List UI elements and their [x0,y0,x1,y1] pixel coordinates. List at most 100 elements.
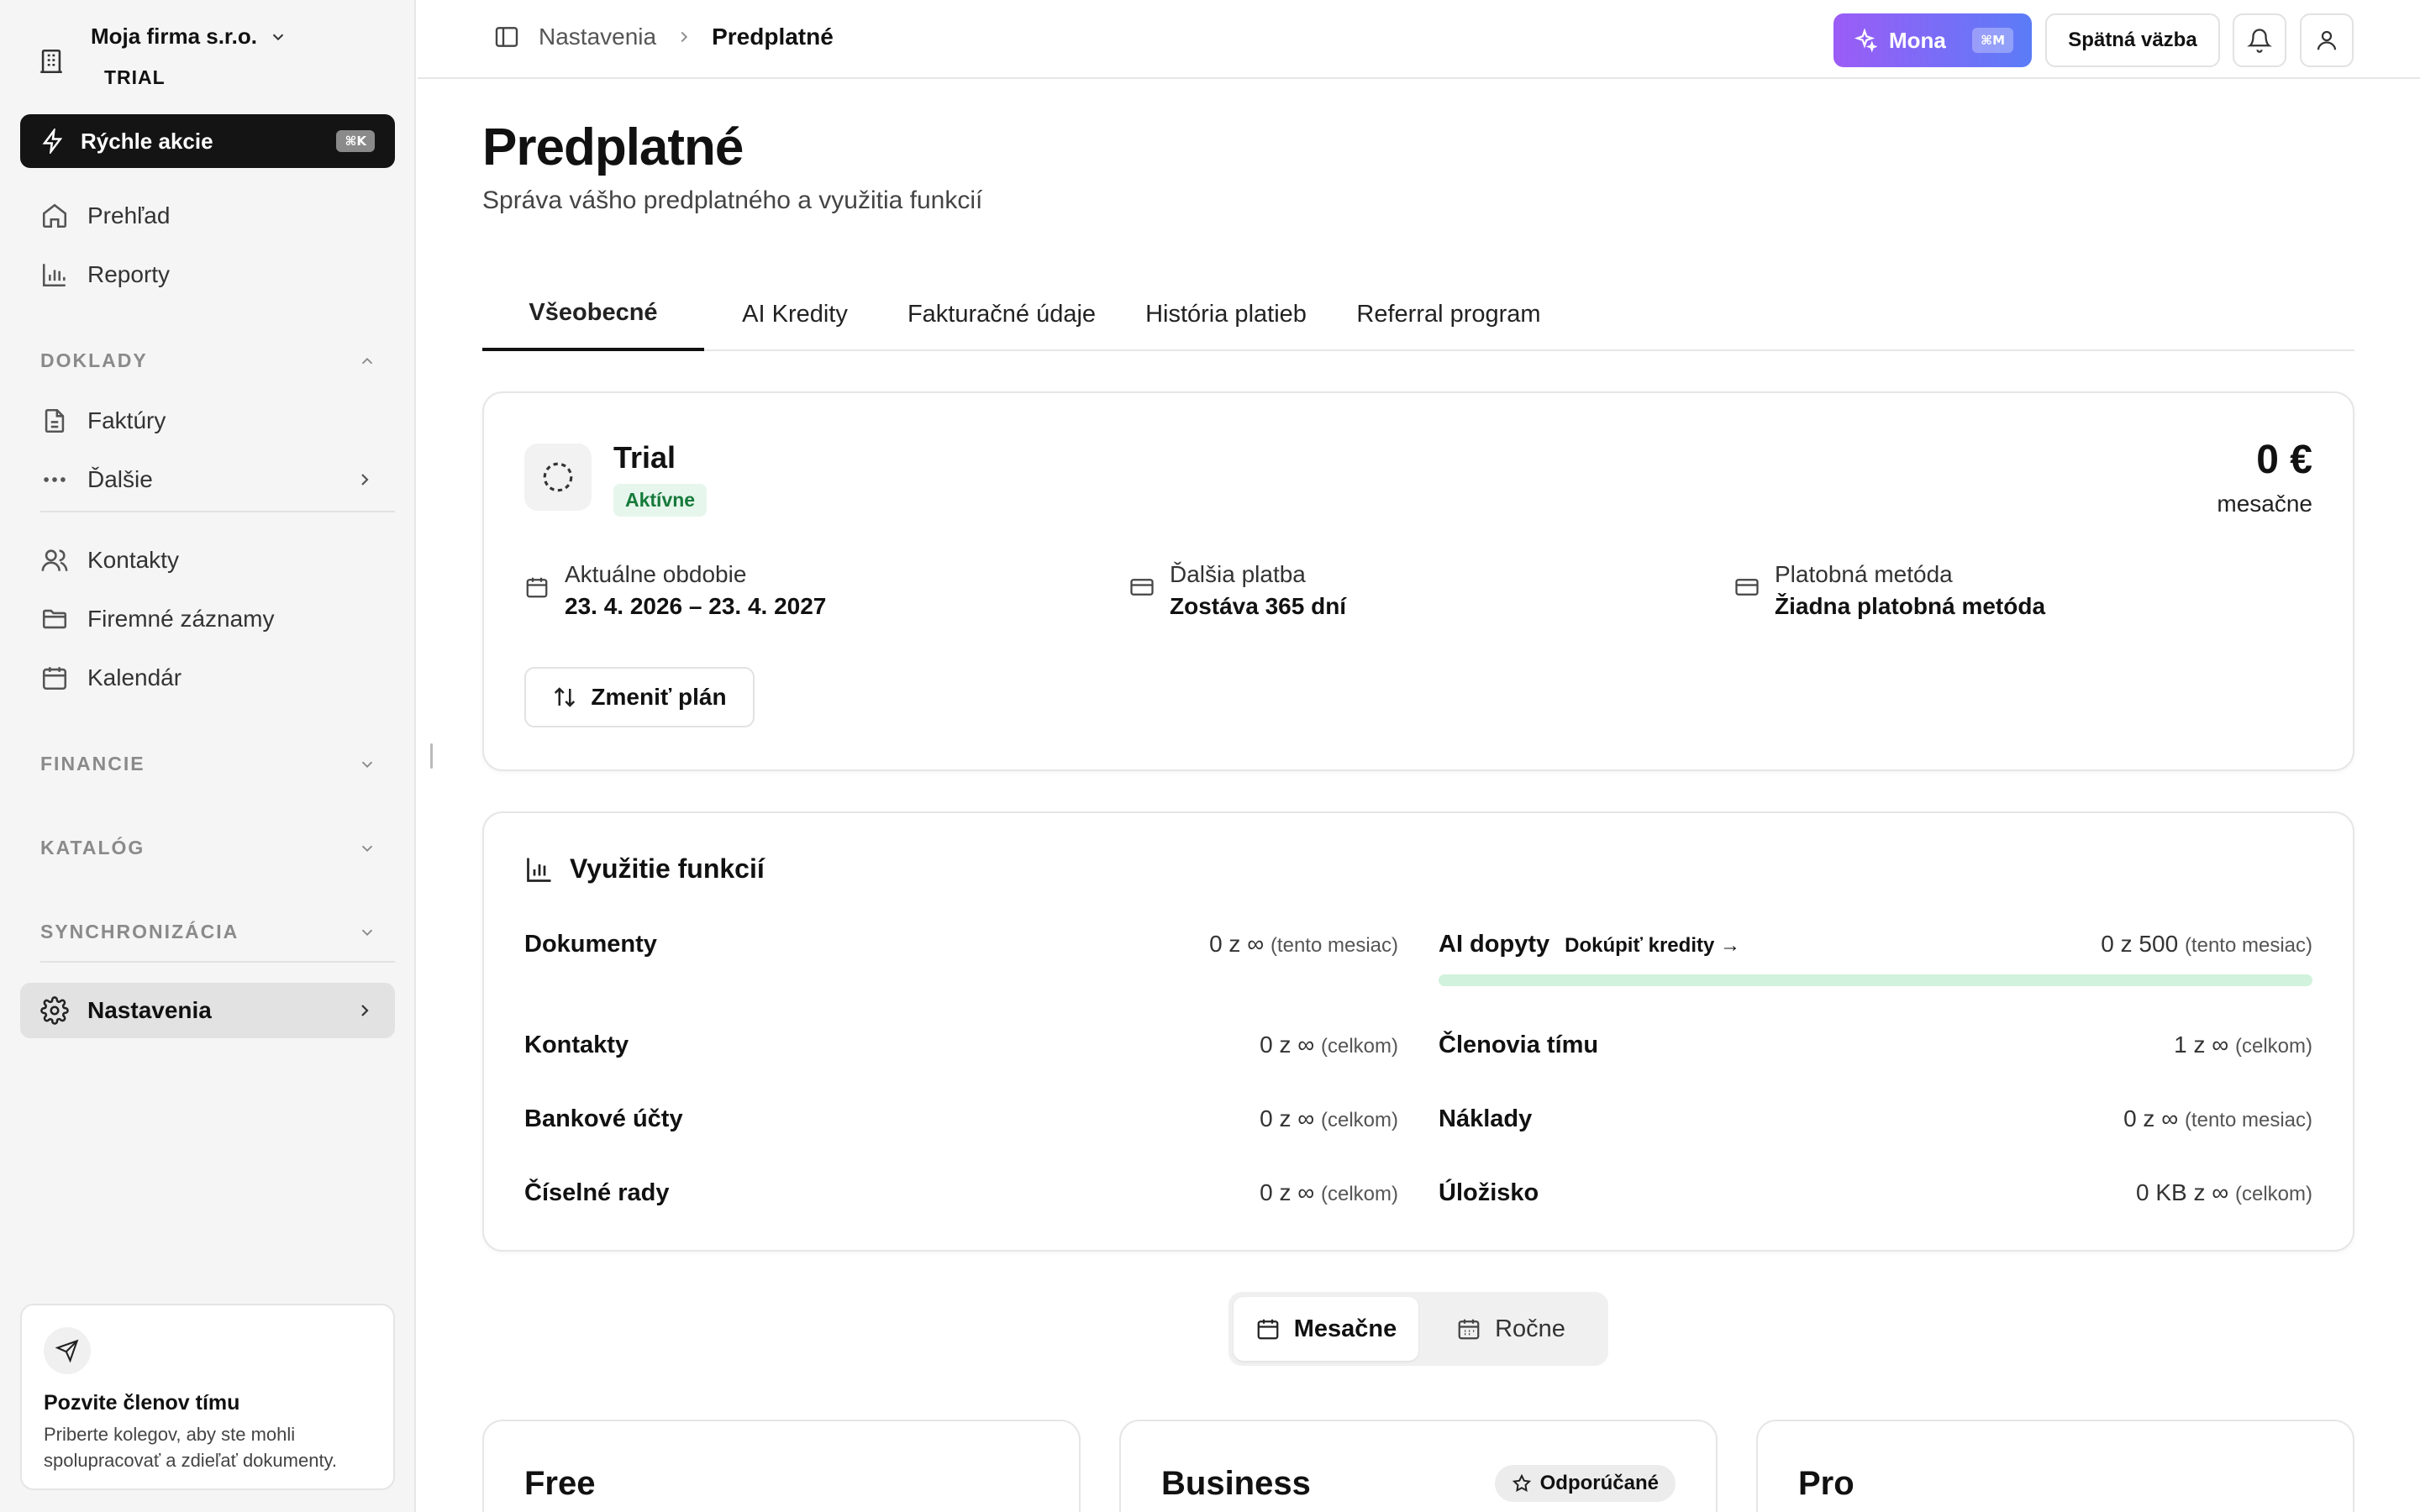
usage-scope: (celkom) [2234,1035,2312,1058]
swap-arrows-icon [555,687,576,707]
buy-credits-link[interactable]: Dokúpiť kredity → [1565,934,1740,958]
chevron-down-icon [361,761,373,768]
usage-scope: (celkom) [1320,1035,1398,1058]
usage-value: 0 z ∞ [1260,1032,1315,1058]
sidebar-toggle-icon[interactable] [493,24,520,50]
page-subtitle: Správa vášho predplatného a využitia fun… [482,186,983,214]
company-switcher[interactable]: Moja firma s.r.o. TRIAL [37,24,287,89]
bar-chart-icon [527,858,551,882]
plan-card-pro[interactable]: Pro [1756,1420,2354,1512]
invite-text: Priberte kolegov, aby ste mohli spolupra… [44,1424,338,1471]
topbar: Nastavenia Predplatné Mona ⌘M Spätná väz… [418,0,2420,79]
document-icon [45,408,65,433]
sidebar-item-reports[interactable]: Reporty [20,250,395,299]
users-icon [41,549,68,571]
current-plan-card: Trial Aktívne 0 € mesačne Aktuálne obdob… [482,391,2354,771]
current-period-label: Aktuálne obdobie [565,561,747,587]
gear-icon [40,996,69,1025]
usage-value: 0 z ∞ [1260,1179,1315,1205]
toggle-monthly[interactable]: Mesačne [1234,1297,1418,1361]
sidebar-item-contacts[interactable]: Kontakty [20,536,395,585]
plan-period: mesačne [2217,491,2312,517]
calendar-icon [42,667,67,690]
toggle-yearly[interactable]: Ročne [1418,1297,1603,1361]
usage-value: 0 z ∞ [1260,1105,1315,1131]
breadcrumb-item[interactable]: Nastavenia [539,24,656,50]
section-label: DOKLADY [40,349,148,371]
sidebar-item-overview[interactable]: Prehľad [20,192,395,240]
tab-general[interactable]: Všeobecné [482,277,704,351]
bar-chart-icon [42,264,66,287]
quick-actions-button[interactable]: Rýchle akcie ⌘K [20,114,395,168]
user-menu-button[interactable] [2300,13,2354,67]
usage-row-documents: Dokumenty 0 z ∞ (tento mesiac) [524,931,1398,958]
section-doklady[interactable]: DOKLADY [40,349,376,372]
quick-actions-label: Rýchle akcie [81,128,213,154]
calendar-icon [1257,1319,1279,1340]
usage-name: AI dopyty [1439,931,1550,958]
ai-usage-progress [1439,974,2312,986]
feedback-button[interactable]: Spätná väzba [2045,13,2220,67]
usage-value: 0 z ∞ [2123,1105,2179,1131]
usage-name: Členovia tímu [1439,1032,1599,1058]
usage-scope: (tento mesiac) [2184,934,2312,957]
loading-circle-icon [543,462,573,492]
tab-billing-details[interactable]: Fakturačné údaje [886,277,1118,351]
usage-scope: (tento mesiac) [2184,1109,2312,1131]
sidebar-item-company-records[interactable]: Firemné záznamy [20,595,395,643]
section-financie[interactable]: FINANCIE [40,753,376,775]
usage-row-bank-accounts: Bankové účty 0 z ∞ (celkom) [524,1105,1398,1133]
plan-card-free[interactable]: Free [482,1420,1081,1512]
tab-referral-program[interactable]: Referral program [1334,277,1563,351]
sidebar-resize-handle[interactable] [430,743,433,769]
chevron-right-icon [681,31,688,43]
section-label: FINANCIE [40,753,145,774]
usage-value: 0 z ∞ [1209,931,1265,957]
sidebar-item-invoices[interactable]: Faktúry [20,396,395,445]
plan-name: Trial [613,440,676,475]
toggle-label: Mesačne [1293,1315,1397,1342]
change-plan-button[interactable]: Zmeniť plán [524,667,755,727]
billing-period-toggle: Mesačne Ročne [1228,1292,1608,1366]
sidebar-item-calendar[interactable]: Kalendár [20,654,395,702]
chevron-up-icon [361,357,373,364]
chevron-right-icon [361,474,369,486]
usage-scope: (celkom) [1320,1109,1398,1131]
usage-value: 1 z ∞ [2174,1032,2229,1058]
usage-name: Náklady [1439,1105,1533,1132]
tab-ai-credits[interactable]: AI Kredity [704,277,886,351]
plan-icon-wrap [524,444,592,511]
sparkles-icon [1854,28,1877,53]
toggle-label: Ročne [1495,1315,1565,1342]
sidebar-item-settings[interactable]: Nastavenia [20,983,395,1038]
plan-price: 0 € [2256,438,2312,482]
usage-title-text: Využitie funkcií [570,853,765,884]
sidebar-item-label: Nastavenia [87,997,212,1023]
usage-row-team-members: Členovia tímu 1 z ∞ (celkom) [1439,1032,2312,1059]
usage-row-costs: Náklady 0 z ∞ (tento mesiac) [1439,1105,2312,1133]
mona-ai-button[interactable]: Mona ⌘M [1833,13,2032,67]
notifications-button[interactable] [2233,13,2286,67]
sidebar: Moja firma s.r.o. TRIAL Rýchle akcie ⌘K … [0,0,416,1512]
usage-title: Využitie funkcií [524,853,765,885]
payment-method: Platobná metóda Žiadna platobná metóda [1734,561,2045,620]
tab-payment-history[interactable]: História platieb [1118,277,1334,351]
feature-usage-card: Využitie funkcií Dokumenty 0 z ∞ (tento … [482,811,2354,1252]
section-katalog[interactable]: KATALÓG [40,837,376,859]
plan-card-business[interactable]: Business Odporúčané [1119,1420,1718,1512]
sidebar-item-more[interactable]: Ďalšie [20,455,395,504]
lightning-icon [42,129,63,154]
chevron-down-icon [361,929,373,936]
invite-team-card[interactable]: Pozvite členov tímu Priberte kolegov, ab… [20,1304,395,1490]
usage-row-number-series: Číselné rady 0 z ∞ (celkom) [524,1179,1398,1207]
more-dots-icon [44,477,66,482]
usage-row-ai-queries: AI dopyty Dokúpiť kredity → 0 z 500 (ten… [1439,931,2312,958]
home-icon [42,203,67,228]
usage-scope: (celkom) [2234,1183,2312,1205]
usage-scope: (tento mesiac) [1270,934,1398,957]
section-synchronizacia[interactable]: SYNCHRONIZÁCIA [40,921,376,943]
current-period: Aktuálne obdobie 23. 4. 2026 – 23. 4. 20… [524,561,826,620]
payment-method-label: Platobná metóda [1775,561,1953,587]
usage-value: 0 KB z ∞ [2135,1179,2229,1205]
sidebar-item-label: Ďalšie [87,466,153,492]
